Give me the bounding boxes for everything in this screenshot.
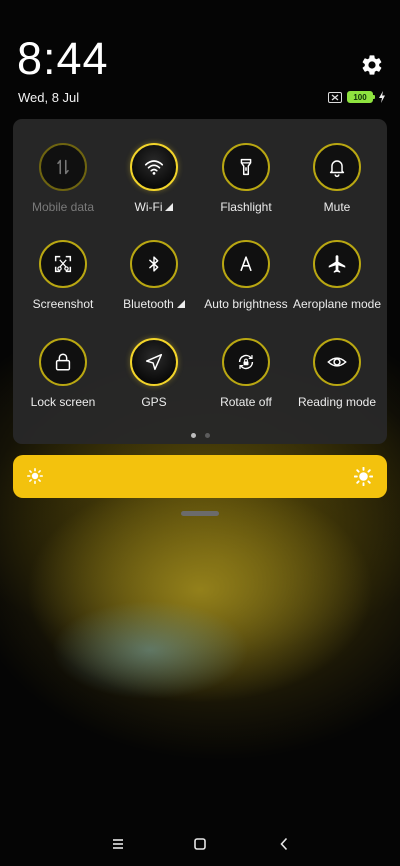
tile-label: Reading mode bbox=[284, 395, 390, 409]
tile-screenshot[interactable]: Screenshot bbox=[16, 240, 110, 330]
flashlight-icon bbox=[240, 158, 252, 176]
tile-mute[interactable]: Mute bbox=[290, 143, 384, 233]
tile-wi-fi[interactable]: Wi-Fi bbox=[107, 143, 201, 233]
lock-icon bbox=[55, 353, 71, 371]
tile-label-text: GPS bbox=[141, 395, 167, 409]
tile-label-text: Reading mode bbox=[297, 395, 377, 409]
location-arrow-icon bbox=[145, 353, 163, 371]
sun-small-icon bbox=[27, 468, 43, 484]
tile-flashlight[interactable]: Flashlight bbox=[199, 143, 293, 233]
page-dot-2[interactable] bbox=[204, 433, 210, 438]
home-icon[interactable] bbox=[190, 834, 210, 854]
status-icons: 100 bbox=[328, 91, 386, 103]
tile-aeroplane-mode[interactable]: Aeroplane mode bbox=[290, 240, 384, 330]
mobile-data-icon bbox=[57, 159, 69, 175]
bluetooth-icon bbox=[149, 256, 159, 272]
tile-label: Mute bbox=[284, 200, 390, 214]
wifi-icon bbox=[144, 160, 164, 175]
tile-label-text: Lock screen bbox=[30, 395, 96, 409]
tile-reading-mode[interactable]: Reading mode bbox=[290, 338, 384, 428]
tile-toggle-button[interactable] bbox=[130, 338, 178, 386]
settings-gear-icon[interactable] bbox=[360, 53, 384, 77]
screenshot-scissors-icon bbox=[54, 255, 72, 273]
tile-auto-brightness[interactable]: Auto brightness bbox=[199, 240, 293, 330]
menu-icon[interactable] bbox=[108, 834, 128, 854]
tile-toggle-button[interactable] bbox=[313, 143, 361, 191]
tile-label-text: Screenshot bbox=[32, 297, 94, 311]
tile-rotate-off[interactable]: Rotate off bbox=[199, 338, 293, 428]
tile-toggle-button[interactable] bbox=[313, 240, 361, 288]
auto-brightness-icon bbox=[240, 256, 252, 272]
back-icon[interactable] bbox=[274, 834, 294, 854]
tile-bluetooth[interactable]: Bluetooth bbox=[107, 240, 201, 330]
tile-lock-screen[interactable]: Lock screen bbox=[16, 338, 110, 428]
page-dot-1[interactable] bbox=[190, 433, 196, 438]
battery-level: 100 bbox=[353, 92, 367, 102]
more-options-triangle-icon bbox=[165, 203, 174, 211]
tile-toggle-button[interactable] bbox=[222, 240, 270, 288]
tile-label: Aeroplane mode bbox=[284, 297, 390, 311]
tile-toggle-button[interactable] bbox=[130, 143, 178, 191]
tile-label-text: Bluetooth bbox=[123, 297, 174, 311]
rotate-lock-icon bbox=[238, 354, 254, 370]
quick-settings-panel: Mobile data Wi-Fi Flashlight Mute Screenshot… bbox=[13, 119, 387, 444]
battery-icon: 100 bbox=[347, 91, 375, 103]
tile-gps[interactable]: GPS bbox=[107, 338, 201, 428]
page-indicator bbox=[13, 433, 387, 438]
clock-time[interactable]: 8:44 bbox=[17, 34, 109, 84]
tile-label: Bluetooth bbox=[101, 297, 207, 311]
tile-toggle-button[interactable] bbox=[130, 240, 178, 288]
tile-label: Wi-Fi bbox=[101, 200, 207, 214]
tile-toggle-button[interactable] bbox=[39, 338, 87, 386]
tile-label-text: Auto brightness bbox=[204, 297, 288, 311]
panel-drag-handle[interactable] bbox=[181, 511, 219, 516]
no-sim-icon bbox=[328, 91, 342, 103]
tile-toggle-button[interactable] bbox=[313, 338, 361, 386]
tile-toggle-button[interactable] bbox=[39, 143, 87, 191]
eye-icon bbox=[327, 357, 347, 367]
charging-bolt-icon bbox=[379, 91, 385, 103]
tile-label-text: Rotate off bbox=[220, 395, 272, 409]
tile-label-text: Flashlight bbox=[220, 200, 272, 214]
tile-toggle-button[interactable] bbox=[222, 338, 270, 386]
tile-label-text: Mute bbox=[323, 200, 351, 214]
navigation-bar bbox=[0, 828, 400, 858]
more-options-triangle-icon bbox=[176, 300, 185, 308]
tile-toggle-button[interactable] bbox=[222, 143, 270, 191]
bell-icon bbox=[329, 160, 345, 178]
tile-label: GPS bbox=[101, 395, 207, 409]
date-label[interactable]: Wed, 8 Jul bbox=[18, 90, 79, 105]
sun-large-icon bbox=[354, 467, 373, 486]
tile-label-text: Aeroplane mode bbox=[292, 297, 382, 311]
airplane-icon bbox=[328, 255, 346, 273]
tile-toggle-button[interactable] bbox=[39, 240, 87, 288]
tile-label-text: Wi-Fi bbox=[134, 200, 163, 214]
tile-mobile-data[interactable]: Mobile data bbox=[16, 143, 110, 233]
brightness-slider[interactable] bbox=[13, 455, 387, 498]
tile-label-text: Mobile data bbox=[31, 200, 95, 214]
